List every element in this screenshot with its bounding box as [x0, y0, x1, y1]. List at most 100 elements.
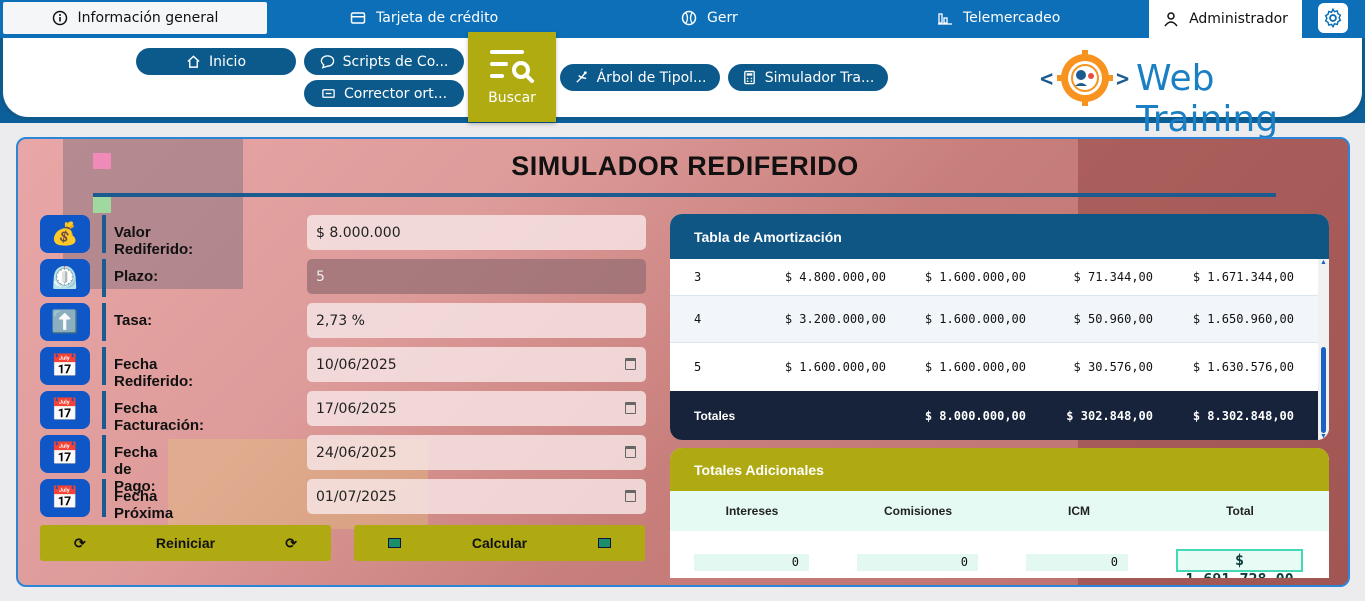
field-label: Fecha Rediferido:: [114, 356, 194, 390]
tab-label: Información general: [77, 10, 219, 26]
brand-logo-icon: < >: [1040, 50, 1129, 106]
cell: $ 1.600.000,00: [784, 360, 886, 374]
field-label: Plazo:: [114, 268, 159, 285]
tab-informacion-general[interactable]: Información general: [3, 2, 267, 34]
title-divider: [93, 193, 1276, 197]
cell: $ 8.302.848,00: [1192, 408, 1294, 423]
table-row: 5 $ 1.600.000,00 $ 1.600.000,00 $ 30.576…: [670, 343, 1318, 391]
calendar-picker-icon[interactable]: [625, 358, 636, 370]
keyboard-icon: [388, 538, 401, 548]
table-row: 3 $ 4.800.000,00 $ 1.600.000,00 $ 71.344…: [670, 259, 1318, 295]
money-bag-icon: 💰: [40, 215, 90, 253]
nav-scripts-button[interactable]: Scripts de Co...: [304, 48, 464, 75]
field-divider: [102, 303, 106, 341]
nav-simulador-button[interactable]: Simulador Tra...: [728, 64, 888, 91]
nav-scripts-label: Scripts de Co...: [342, 53, 449, 70]
input-value: 5: [316, 268, 325, 285]
fecha-proxima-factura-input[interactable]: 01/07/2025: [307, 479, 646, 514]
comisiones-value: 0: [857, 554, 978, 571]
cell: $ 8.000.000,00: [924, 408, 1026, 423]
totals-row: Totales $ 8.000.000,00 $ 302.848,00 $ 8.…: [670, 391, 1318, 440]
tab-telemercadeo[interactable]: Telemercadeo: [937, 2, 1060, 34]
cell: $ 1.600.000,00: [924, 312, 1026, 326]
field-divider: [102, 347, 106, 385]
table-scrollbar[interactable]: ▲ ▼: [1318, 259, 1329, 440]
calendar-icon: 📅: [40, 347, 90, 385]
input-value: $ 8.000.000: [316, 224, 401, 241]
buscar-label: Buscar: [488, 90, 536, 106]
scroll-down-icon[interactable]: ▼: [1320, 433, 1327, 440]
reiniciar-button[interactable]: ⟳ Reiniciar ⟳: [40, 525, 331, 561]
scrollbar-thumb[interactable]: [1321, 347, 1326, 433]
calcular-label: Calcular: [471, 535, 528, 551]
field-divider: [102, 259, 106, 297]
admin-label: Administrador: [1189, 11, 1288, 27]
refresh-icon: ⟳: [285, 534, 297, 551]
bar-chart-icon: [938, 13, 952, 25]
buscar-button[interactable]: Buscar: [468, 32, 556, 122]
spell-check-icon: [322, 89, 335, 98]
nav-corrector-label: Corrector ort...: [343, 85, 448, 102]
chat-icon: [320, 55, 334, 69]
cell: $ 1.630.576,00: [1192, 360, 1294, 374]
field-divider: [102, 391, 106, 429]
column-header: Total: [1226, 504, 1254, 518]
valor-rediferido-input[interactable]: $ 8.000.000: [307, 215, 646, 250]
calcular-button[interactable]: Calcular: [354, 525, 645, 561]
cell: $ 302.848,00: [1066, 408, 1153, 423]
home-icon: [187, 55, 200, 68]
nav-arbol-label: Árbol de Tipol...: [596, 69, 707, 86]
field-divider: [102, 435, 106, 473]
admin-user-button[interactable]: Administrador: [1149, 0, 1302, 38]
credit-card-icon: [350, 12, 366, 24]
cell: 3: [694, 270, 702, 284]
clock-icon: ⏲️: [40, 259, 90, 297]
column-header: ICM: [1068, 504, 1090, 518]
tree-icon: [575, 71, 587, 83]
cell: $ 1.600.000,00: [924, 270, 1026, 284]
tab-tarjeta-credito[interactable]: Tarjeta de crédito: [350, 2, 498, 34]
calendar-icon: 📅: [40, 479, 90, 517]
cell: $ 1.600.000,00: [924, 360, 1026, 374]
calculator-icon: [743, 70, 755, 85]
cell: 5: [694, 360, 702, 374]
settings-button[interactable]: [1318, 3, 1348, 33]
cell: $ 3.200.000,00: [784, 312, 886, 326]
fecha-rediferido-input[interactable]: 10/06/2025: [307, 347, 646, 382]
grand-total-value: $ 1.691.728,00: [1176, 549, 1303, 578]
cell: $ 71.344,00: [1073, 270, 1153, 284]
up-arrow-icon: ⬆️: [40, 303, 90, 341]
brand-name: Web Training: [1136, 58, 1279, 140]
cell: $ 4.800.000,00: [784, 270, 886, 284]
scroll-up-icon[interactable]: ▲: [1320, 259, 1327, 266]
gear-icon: [1324, 7, 1342, 29]
tab-gerr[interactable]: Gerr: [681, 2, 738, 34]
nav-arbol-button[interactable]: Árbol de Tipol...: [560, 64, 720, 91]
cell: 4: [694, 312, 702, 326]
sticky-note-decoration: [93, 197, 111, 213]
field-label: Valor Rediferido:: [114, 224, 194, 258]
intereses-value: 0: [694, 554, 809, 571]
cell: Totales: [694, 408, 736, 423]
user-icon: [1164, 12, 1178, 27]
fecha-pago-input[interactable]: 24/06/2025: [307, 435, 646, 470]
fecha-facturacion-input[interactable]: 17/06/2025: [307, 391, 646, 426]
field-divider: [102, 479, 106, 517]
tasa-input[interactable]: 2,73 %: [307, 303, 646, 338]
calendar-picker-icon[interactable]: [625, 402, 636, 414]
calendar-picker-icon[interactable]: [625, 490, 636, 502]
nav-inicio-button[interactable]: Inicio: [136, 48, 296, 75]
calendar-icon: 📅: [40, 391, 90, 429]
simulator-panel: SIMULADOR REDIFERIDO 💰 Valor Rediferido:…: [16, 137, 1350, 587]
input-value: 01/07/2025: [316, 488, 397, 505]
cell: $ 50.960,00: [1073, 312, 1153, 326]
nav-inicio-label: Inicio: [208, 53, 247, 70]
table-row: 4 $ 3.200.000,00 $ 1.600.000,00 $ 50.960…: [670, 295, 1318, 343]
calendar-picker-icon[interactable]: [625, 446, 636, 458]
svg-text:<: <: [1040, 67, 1053, 92]
input-value: 10/06/2025: [316, 356, 397, 373]
tab-label: Telemercadeo: [963, 10, 1061, 26]
field-label: Fecha Facturación:: [114, 400, 205, 434]
nav-corrector-button[interactable]: Corrector ort...: [304, 80, 464, 107]
plazo-input[interactable]: 5: [307, 259, 646, 294]
